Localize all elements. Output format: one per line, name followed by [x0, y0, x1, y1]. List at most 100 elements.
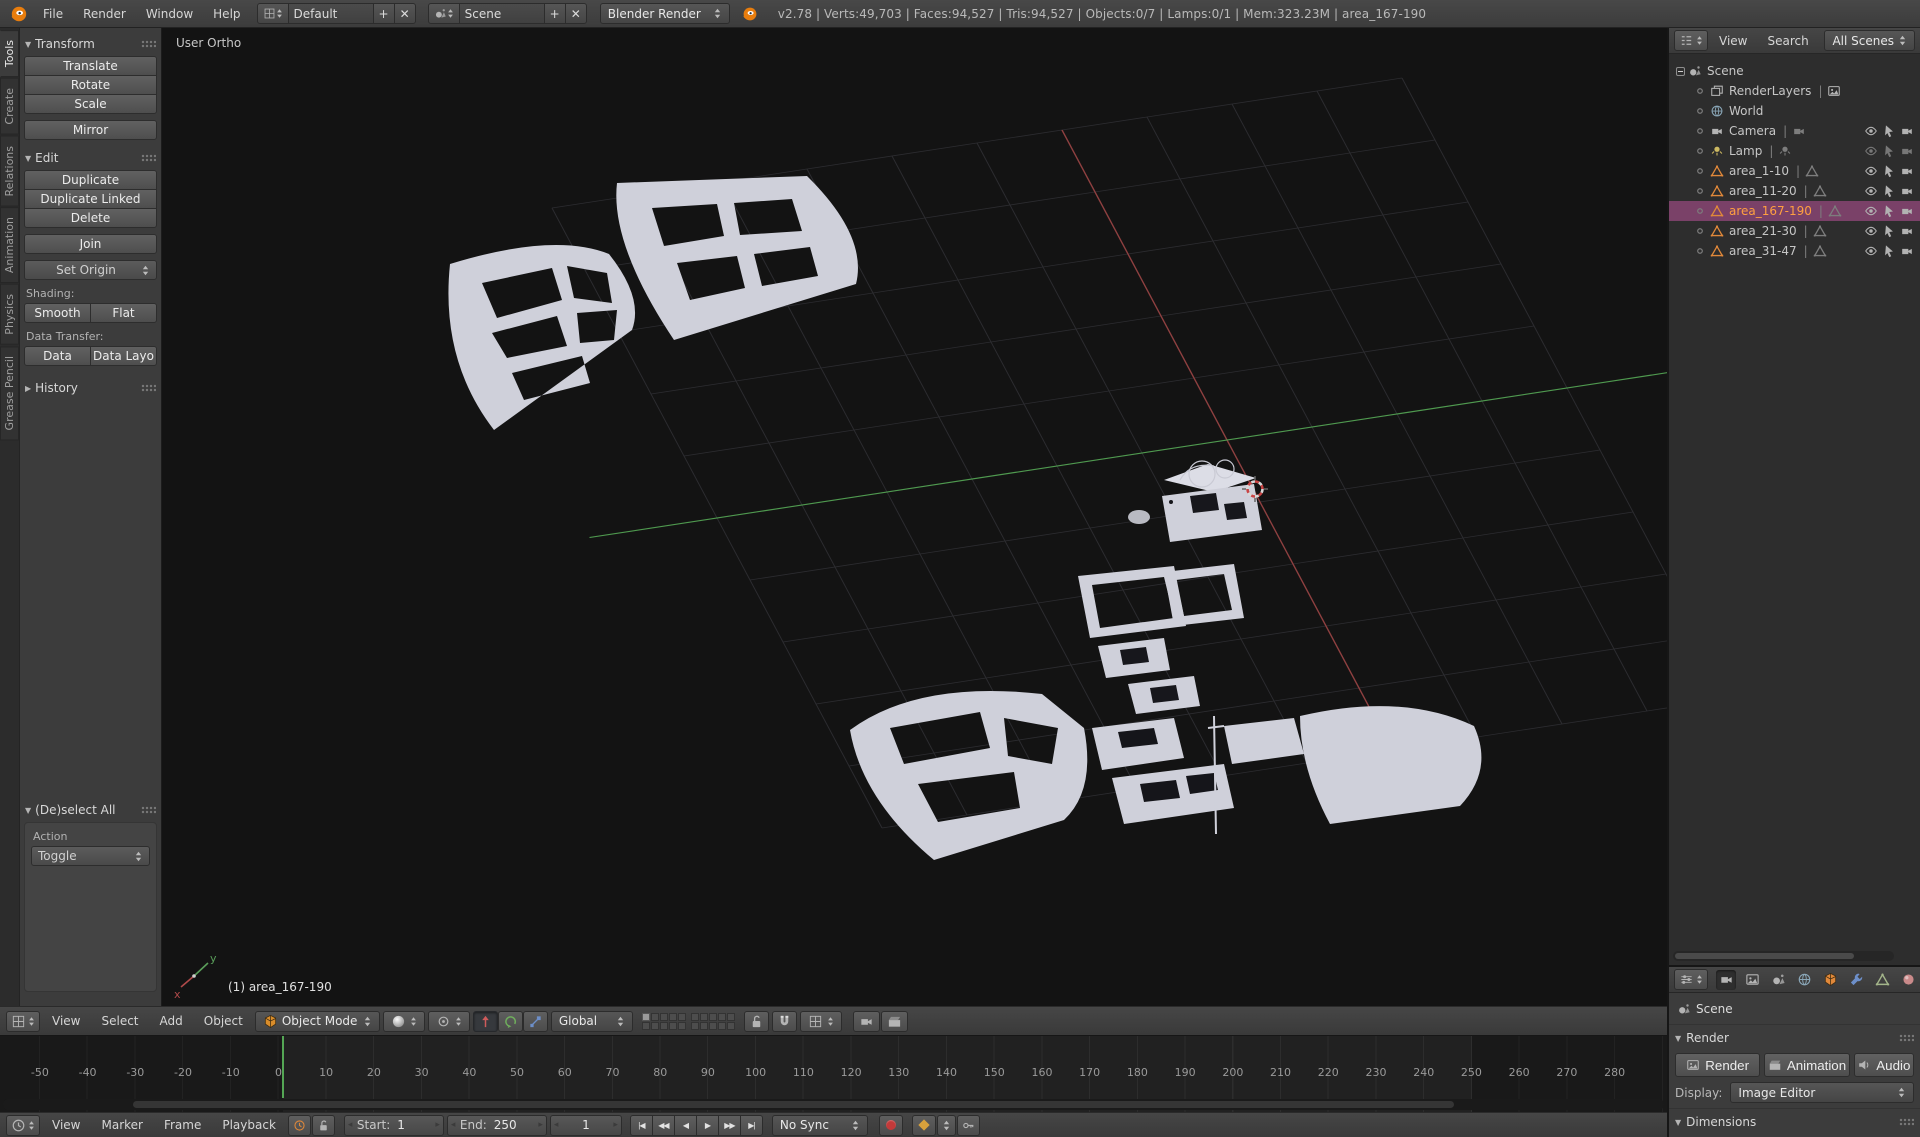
render-audio-button[interactable]: Audio [1854, 1053, 1914, 1077]
hide-toggle-eye-icon[interactable] [1864, 184, 1878, 198]
manipulator-translate-toggle[interactable] [473, 1011, 498, 1032]
data-transfer-layout-button[interactable]: Data Layo [90, 346, 157, 366]
viewport-canvas[interactable] [162, 28, 1667, 1006]
tab-world[interactable] [1794, 970, 1814, 990]
image-icon[interactable] [1827, 84, 1841, 98]
rotate-button[interactable]: Rotate [24, 75, 157, 95]
selectable-toggle-cursor-icon[interactable] [1882, 164, 1896, 178]
opengl-render-image-button[interactable] [853, 1011, 880, 1032]
panel-render-header[interactable]: Render [1675, 1028, 1914, 1048]
screen-layout-close-button[interactable]: ✕ [394, 3, 416, 24]
editor-type-timeline-button[interactable] [6, 1115, 40, 1136]
hide-toggle-eye-icon[interactable] [1864, 144, 1878, 158]
selectable-toggle-cursor-icon[interactable] [1882, 244, 1896, 258]
lock-to-scene-toggle[interactable] [744, 1011, 769, 1032]
outliner-row-mesh-active[interactable]: area_167-190 | [1669, 201, 1920, 221]
tab-object[interactable] [1820, 970, 1840, 990]
keying-set-select[interactable] [937, 1115, 956, 1136]
keying-set-indicator[interactable] [912, 1115, 936, 1136]
hide-toggle-eye-icon[interactable] [1864, 164, 1878, 178]
current-frame-playhead[interactable] [282, 1036, 284, 1098]
timeline-hscrollbar[interactable] [3, 1099, 1664, 1110]
layers-widget[interactable] [642, 1013, 735, 1030]
menu-add[interactable]: Add [151, 1007, 192, 1035]
row-label[interactable]: area_21-30 [1727, 224, 1799, 238]
tab-modifiers[interactable] [1846, 970, 1866, 990]
lock-playhead-toggle[interactable] [312, 1115, 335, 1136]
scrollbar-thumb[interactable] [133, 1101, 1454, 1108]
scene-add-button[interactable]: + [544, 3, 566, 24]
tab-object-data[interactable] [1872, 970, 1892, 990]
render-toggle-camera-icon[interactable] [1900, 204, 1914, 218]
row-label[interactable]: Scene [1705, 64, 1746, 78]
tab-scene[interactable] [1768, 970, 1788, 990]
snap-toggle[interactable] [772, 1011, 797, 1032]
menu-frame[interactable]: Frame [155, 1113, 210, 1137]
shelf-tab-create[interactable]: Create [0, 78, 19, 135]
selectable-toggle-cursor-icon[interactable] [1882, 124, 1896, 138]
duplicate-button[interactable]: Duplicate [24, 170, 157, 190]
jump-to-start-button[interactable]: |◀ [630, 1115, 653, 1136]
render-toggle-camera-icon[interactable] [1900, 224, 1914, 238]
collapse-toggle[interactable] [1676, 67, 1685, 76]
manipulator-rotate-toggle[interactable] [498, 1011, 523, 1032]
shelf-tab-animation[interactable]: Animation [0, 207, 19, 283]
menu-select[interactable]: Select [92, 1007, 147, 1035]
pivot-point-select[interactable] [428, 1011, 470, 1032]
render-toggle-camera-icon[interactable] [1900, 184, 1914, 198]
viewport-3d[interactable]: User Ortho (1) area_167-190 y x [162, 28, 1667, 1006]
render-animation-button[interactable]: Animation [1764, 1053, 1849, 1077]
join-button[interactable]: Join [24, 234, 157, 254]
outliner-row-lamp[interactable]: Lamp | [1669, 141, 1920, 161]
menu-view[interactable]: View [43, 1113, 89, 1137]
menu-object[interactable]: Object [195, 1007, 252, 1035]
row-label[interactable]: area_11-20 [1727, 184, 1799, 198]
translate-button[interactable]: Translate [24, 56, 157, 76]
sync-mode-select[interactable]: No Sync [772, 1115, 868, 1136]
insert-keyframe-button[interactable] [957, 1115, 980, 1136]
panel-drag-dots[interactable] [141, 806, 156, 814]
screen-layout-name[interactable]: Default [288, 3, 374, 24]
manipulator-scale-toggle[interactable] [523, 1011, 548, 1032]
auto-keyframe-record-toggle[interactable] [879, 1115, 903, 1136]
data-transfer-data-button[interactable]: Data [24, 346, 91, 366]
panel-drag-dots[interactable] [141, 384, 156, 392]
menu-window[interactable]: Window [137, 0, 202, 27]
start-frame-field[interactable]: Start: 1 [344, 1115, 444, 1136]
delete-button[interactable]: Delete [24, 208, 157, 228]
scale-button[interactable]: Scale [24, 94, 157, 114]
operator-panel-header[interactable]: (De)select All [25, 800, 156, 820]
outliner-row-mesh[interactable]: area_11-20 | [1669, 181, 1920, 201]
play-button[interactable]: ▶ [696, 1115, 719, 1136]
action-select[interactable]: Toggle [31, 846, 150, 866]
selectable-toggle-cursor-icon[interactable] [1882, 184, 1896, 198]
hide-toggle-eye-icon[interactable] [1864, 204, 1878, 218]
prev-keyframe-button[interactable]: ◀◀ [652, 1115, 675, 1136]
render-toggle-camera-icon[interactable] [1900, 244, 1914, 258]
panel-drag-dots[interactable] [141, 154, 156, 162]
menu-file[interactable]: File [34, 0, 72, 27]
menu-render[interactable]: Render [74, 0, 135, 27]
editor-type-outliner-button[interactable] [1674, 30, 1708, 51]
row-label[interactable]: RenderLayers [1727, 84, 1813, 98]
panel-drag-dots[interactable] [1899, 1034, 1914, 1042]
menu-search[interactable]: Search [1758, 28, 1817, 53]
display-mode-select[interactable]: Image Editor [1730, 1082, 1914, 1103]
menu-view[interactable]: View [43, 1007, 89, 1035]
current-frame-field[interactable]: 1 [550, 1115, 622, 1136]
panel-drag-dots[interactable] [1899, 1118, 1914, 1126]
scene-close-button[interactable]: ✕ [565, 3, 587, 24]
outliner-row-renderlayers[interactable]: RenderLayers | [1669, 81, 1920, 101]
screen-layout-add-button[interactable]: + [373, 3, 395, 24]
mode-select[interactable]: Object Mode [255, 1011, 380, 1032]
render-image-button[interactable]: Render [1675, 1053, 1760, 1077]
panel-transform-header[interactable]: Transform [25, 34, 156, 54]
end-frame-field[interactable]: End: 250 [447, 1115, 547, 1136]
opengl-render-anim-button[interactable] [881, 1011, 908, 1032]
tab-render-layers[interactable] [1742, 970, 1762, 990]
render-engine-select[interactable]: Blender Render [600, 3, 730, 24]
menu-view[interactable]: View [1710, 28, 1756, 53]
panel-dimensions-header[interactable]: Dimensions [1675, 1112, 1914, 1132]
outliner-row-scene[interactable]: Scene [1669, 61, 1920, 81]
mirror-button[interactable]: Mirror [24, 120, 157, 140]
